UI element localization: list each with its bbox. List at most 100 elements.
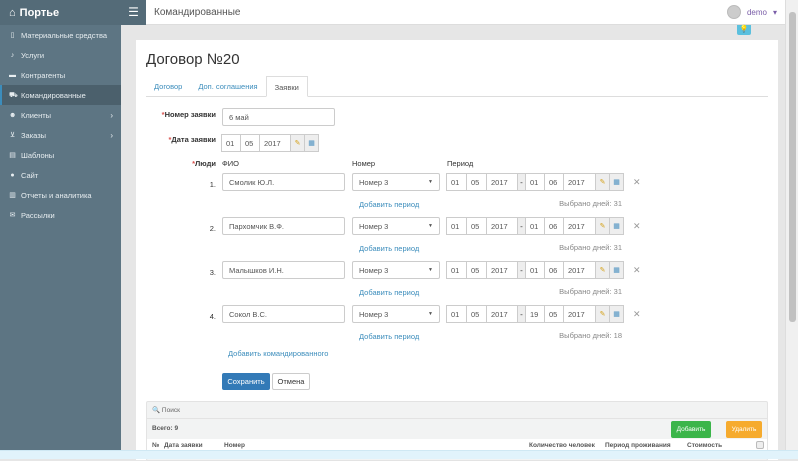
month-input[interactable]: 05	[240, 134, 260, 152]
calendar-button[interactable]: ▦	[609, 261, 624, 279]
from-month-input[interactable]: 05	[466, 173, 487, 191]
scrollbar[interactable]	[785, 0, 798, 459]
add-period-link[interactable]: Добавить период	[359, 200, 419, 209]
fio-input[interactable]: Малышков И.Н.	[222, 261, 345, 279]
col-room[interactable]: Номер	[224, 442, 245, 449]
delete-button[interactable]: Удалить	[726, 421, 762, 438]
fio-input[interactable]: Сокол В.С.	[222, 305, 345, 323]
add-person-link[interactable]: Добавить командированного	[228, 349, 328, 358]
search-toggle[interactable]: 🔍 Поиск	[147, 402, 767, 419]
scrollbar-thumb[interactable]	[789, 12, 796, 322]
to-month-input[interactable]: 05	[544, 305, 564, 323]
remove-person-icon[interactable]: ✕	[633, 265, 641, 276]
tabs: Договор Доп. соглашения Заявки	[146, 76, 768, 97]
from-day-input[interactable]: 01	[446, 305, 467, 323]
tab-agreements[interactable]: Доп. соглашения	[190, 76, 265, 96]
calendar-button[interactable]: ▦	[609, 305, 624, 323]
fio-column-header: ФИО	[222, 159, 239, 168]
room-select[interactable]: Номер 3 ▼	[352, 305, 440, 323]
sidebar-item[interactable]: ✉ Рассылки	[0, 205, 121, 225]
add-period-link[interactable]: Добавить период	[359, 244, 419, 253]
room-select[interactable]: Номер 3 ▼	[352, 261, 440, 279]
select-all-checkbox[interactable]	[756, 441, 764, 449]
save-button[interactable]: Сохранить	[222, 373, 270, 390]
room-select[interactable]: Номер 3 ▼	[352, 173, 440, 191]
from-month-input[interactable]: 05	[466, 217, 487, 235]
fio-input[interactable]: Пархомчик В.Ф.	[222, 217, 345, 235]
col-period[interactable]: Период проживания	[605, 442, 671, 449]
clear-period-button[interactable]: ✎	[595, 217, 610, 235]
row-number: 1.	[209, 180, 216, 189]
to-year-input[interactable]: 2017	[563, 173, 596, 191]
clear-date-button[interactable]: ✎	[290, 134, 305, 152]
remove-person-icon[interactable]: ✕	[633, 221, 641, 232]
calendar-button[interactable]: ▦	[609, 173, 624, 191]
calendar-button[interactable]: ▦	[304, 134, 319, 152]
search-icon: 🔍	[152, 407, 161, 414]
sidebar-item[interactable]: ⛟ Командированные	[0, 85, 121, 105]
clear-period-button[interactable]: ✎	[595, 173, 610, 191]
add-button[interactable]: Добавить	[671, 421, 711, 438]
caret-down-icon: ▼	[428, 267, 433, 273]
sidebar-item[interactable]: ● Сайт	[0, 165, 121, 185]
sidebar-item[interactable]: ▬ Контрагенты	[0, 65, 121, 85]
lightbulb-icon: 💡	[739, 26, 749, 33]
clear-period-button[interactable]: ✎	[595, 305, 610, 323]
to-month-input[interactable]: 06	[544, 261, 564, 279]
from-year-input[interactable]: 2017	[486, 261, 518, 279]
year-input[interactable]: 2017	[259, 134, 291, 152]
menu-toggle-button[interactable]: ☰	[121, 0, 146, 25]
remove-person-icon[interactable]: ✕	[633, 309, 641, 320]
contract-card: Договор №20 Договор Доп. соглашения Заяв…	[136, 40, 778, 461]
to-day-input[interactable]: 01	[525, 261, 545, 279]
from-year-input[interactable]: 2017	[486, 305, 518, 323]
remove-person-icon[interactable]: ✕	[633, 177, 641, 188]
add-period-link[interactable]: Добавить период	[359, 332, 419, 341]
sidebar-item[interactable]: ⊻ Заказы ›	[0, 125, 121, 145]
to-year-input[interactable]: 2017	[563, 217, 596, 235]
add-period-link[interactable]: Добавить период	[359, 288, 419, 297]
fio-input[interactable]: Смолик Ю.Л.	[222, 173, 345, 191]
col-date[interactable]: Дата заявки	[164, 442, 203, 449]
to-year-input[interactable]: 2017	[563, 305, 596, 323]
topbar: ☰ Командированные demo ▾	[121, 0, 785, 25]
cancel-button[interactable]: Отмена	[272, 373, 310, 390]
sidebar-item[interactable]: ▥ Отчеты и аналитика	[0, 185, 121, 205]
sidebar-item[interactable]: ▤ Шаблоны	[0, 145, 121, 165]
clear-period-button[interactable]: ✎	[595, 261, 610, 279]
from-year-input[interactable]: 2017	[486, 217, 518, 235]
calendar-button[interactable]: ▦	[609, 217, 624, 235]
from-year-input[interactable]: 2017	[486, 173, 518, 191]
col-cost[interactable]: Стоимость	[687, 442, 722, 449]
tab-requests[interactable]: Заявки	[265, 76, 308, 97]
col-people-count[interactable]: Количество человек	[529, 442, 595, 449]
tab-contract[interactable]: Договор	[146, 76, 190, 96]
to-day-input[interactable]: 19	[525, 305, 545, 323]
request-date-label: *Дата заявки	[168, 135, 216, 144]
to-day-input[interactable]: 01	[525, 173, 545, 191]
sidebar-item[interactable]: ▯ Материальные средства	[0, 25, 121, 45]
brand[interactable]: ⌂ Портье	[0, 0, 121, 25]
day-input[interactable]: 01	[221, 134, 241, 152]
sidebar-item[interactable]: ☻ Клиенты ›	[0, 105, 121, 125]
room-select[interactable]: Номер 3 ▼	[352, 217, 440, 235]
from-month-input[interactable]: 05	[466, 305, 487, 323]
from-month-input[interactable]: 05	[466, 261, 487, 279]
from-day-input[interactable]: 01	[446, 217, 467, 235]
to-year-input[interactable]: 2017	[563, 261, 596, 279]
from-day-input[interactable]: 01	[446, 173, 467, 191]
col-number[interactable]: №	[152, 442, 159, 449]
globe-icon: ●	[10, 171, 15, 179]
to-month-input[interactable]: 06	[544, 173, 564, 191]
from-day-input[interactable]: 01	[446, 261, 467, 279]
to-month-input[interactable]: 06	[544, 217, 564, 235]
person-row: 1. Смолик Ю.Л. Номер 3 ▼ 01 05 2017 - 01 …	[136, 173, 778, 213]
sidebar-item[interactable]: ♪ Услуги	[0, 45, 121, 65]
hint-button[interactable]: 💡	[737, 25, 751, 35]
to-day-input[interactable]: 01	[525, 217, 545, 235]
person-row: 3. Малышков И.Н. Номер 3 ▼ 01 05 2017 - 0…	[136, 261, 778, 301]
envelope-icon: ✉	[9, 212, 16, 219]
user-menu[interactable]: demo ▾	[726, 5, 777, 19]
request-number-input[interactable]: 6 май	[222, 108, 335, 126]
caret-down-icon: ▼	[428, 179, 433, 185]
